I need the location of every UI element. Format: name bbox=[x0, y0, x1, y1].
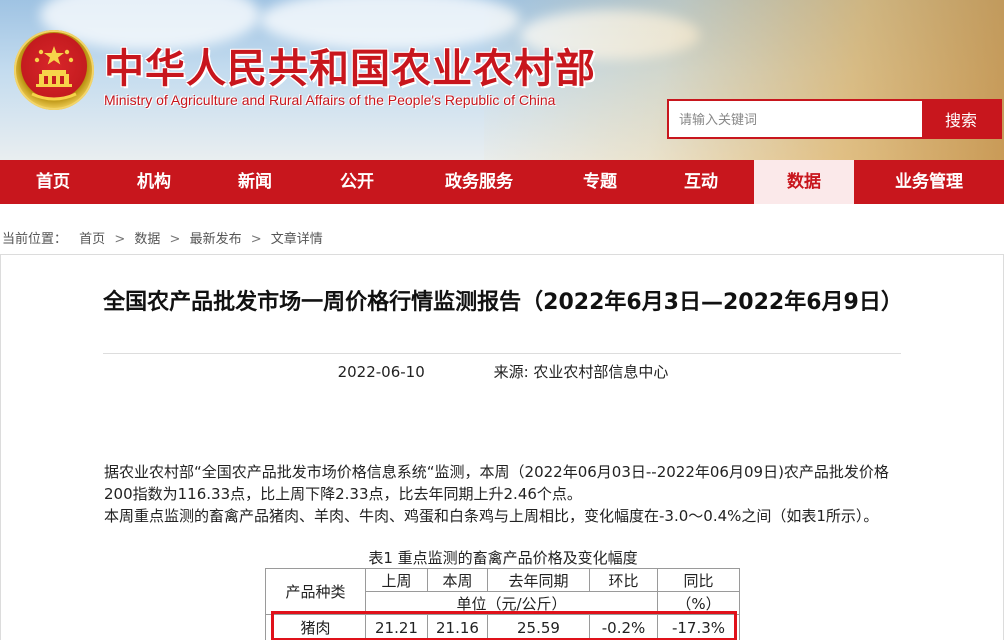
breadcrumb-separator: > bbox=[169, 232, 181, 247]
nav-item-data[interactable]: 数据 bbox=[754, 160, 854, 204]
breadcrumb-latest-release[interactable]: 最新发布 bbox=[190, 232, 242, 247]
breadcrumb-prefix: 当前位置： bbox=[2, 232, 68, 247]
nav-item-home[interactable]: 首页 bbox=[0, 160, 106, 204]
nav-item-news[interactable]: 新闻 bbox=[202, 160, 308, 204]
main-nav: 首页 机构 新闻 公开 政务服务 专题 互动 数据 业务管理 bbox=[0, 160, 1004, 204]
national-emblem-logo bbox=[14, 30, 94, 110]
nav-item-business-management[interactable]: 业务管理 bbox=[854, 160, 1004, 204]
search-button[interactable]: 搜索 bbox=[922, 101, 1000, 137]
article-meta: 2022-06-10 来源: 农业农村部信息中心 bbox=[1, 361, 1004, 382]
breadcrumb: 当前位置： 首页 > 数据 > 最新发布 > 文章详情 bbox=[2, 228, 323, 247]
search-box: 搜索 bbox=[667, 99, 1002, 139]
site-subtitle: Ministry of Agriculture and Rural Affair… bbox=[104, 92, 556, 108]
highlight-box bbox=[271, 611, 737, 640]
nav-item-topics[interactable]: 专题 bbox=[552, 160, 648, 204]
breadcrumb-article-detail: 文章详情 bbox=[270, 232, 323, 247]
breadcrumb-home[interactable]: 首页 bbox=[79, 232, 105, 247]
table-header-wow: 环比 bbox=[589, 568, 658, 592]
nav-item-organization[interactable]: 机构 bbox=[106, 160, 202, 204]
article-paragraph: 据农业农村部“全国农产品批发市场价格信息系统“监测，本周（2022年06月03日… bbox=[104, 463, 889, 503]
table-header-yoy: 同比 bbox=[657, 568, 740, 592]
search-input[interactable] bbox=[669, 101, 922, 137]
nav-item-public[interactable]: 公开 bbox=[308, 160, 406, 204]
article-title: 全国农产品批发市场一周价格行情监测报告（2022年6月3日—2022年6月9日） bbox=[103, 290, 903, 315]
table-header-this-week: 本周 bbox=[427, 568, 488, 592]
publish-date: 2022-06-10 bbox=[337, 363, 425, 381]
nav-item-government-services[interactable]: 政务服务 bbox=[406, 160, 552, 204]
breadcrumb-separator: > bbox=[250, 232, 262, 247]
site-title: 中华人民共和国农业农村部 bbox=[104, 45, 596, 92]
table-header-last-year: 去年同期 bbox=[487, 568, 590, 592]
breadcrumb-separator: > bbox=[114, 232, 126, 247]
title-divider bbox=[103, 353, 901, 354]
header-banner: 中华人民共和国农业农村部 Ministry of Agriculture and… bbox=[0, 0, 1004, 160]
article-paragraph: 本周重点监测的畜禽产品猪肉、羊肉、牛肉、鸡蛋和白条鸡与上周相比，变化幅度在-3.… bbox=[104, 507, 879, 525]
table-caption: 表1 重点监测的畜禽产品价格及变化幅度 bbox=[368, 549, 638, 567]
nav-item-interaction[interactable]: 互动 bbox=[648, 160, 754, 204]
table-header-last-week: 上周 bbox=[365, 568, 428, 592]
table-header-product: 产品种类 bbox=[265, 568, 366, 615]
breadcrumb-data[interactable]: 数据 bbox=[134, 232, 160, 247]
article-source: 来源: 农业农村部信息中心 bbox=[493, 363, 669, 381]
article-container: 全国农产品批发市场一周价格行情监测报告（2022年6月3日—2022年6月9日）… bbox=[0, 254, 1004, 640]
